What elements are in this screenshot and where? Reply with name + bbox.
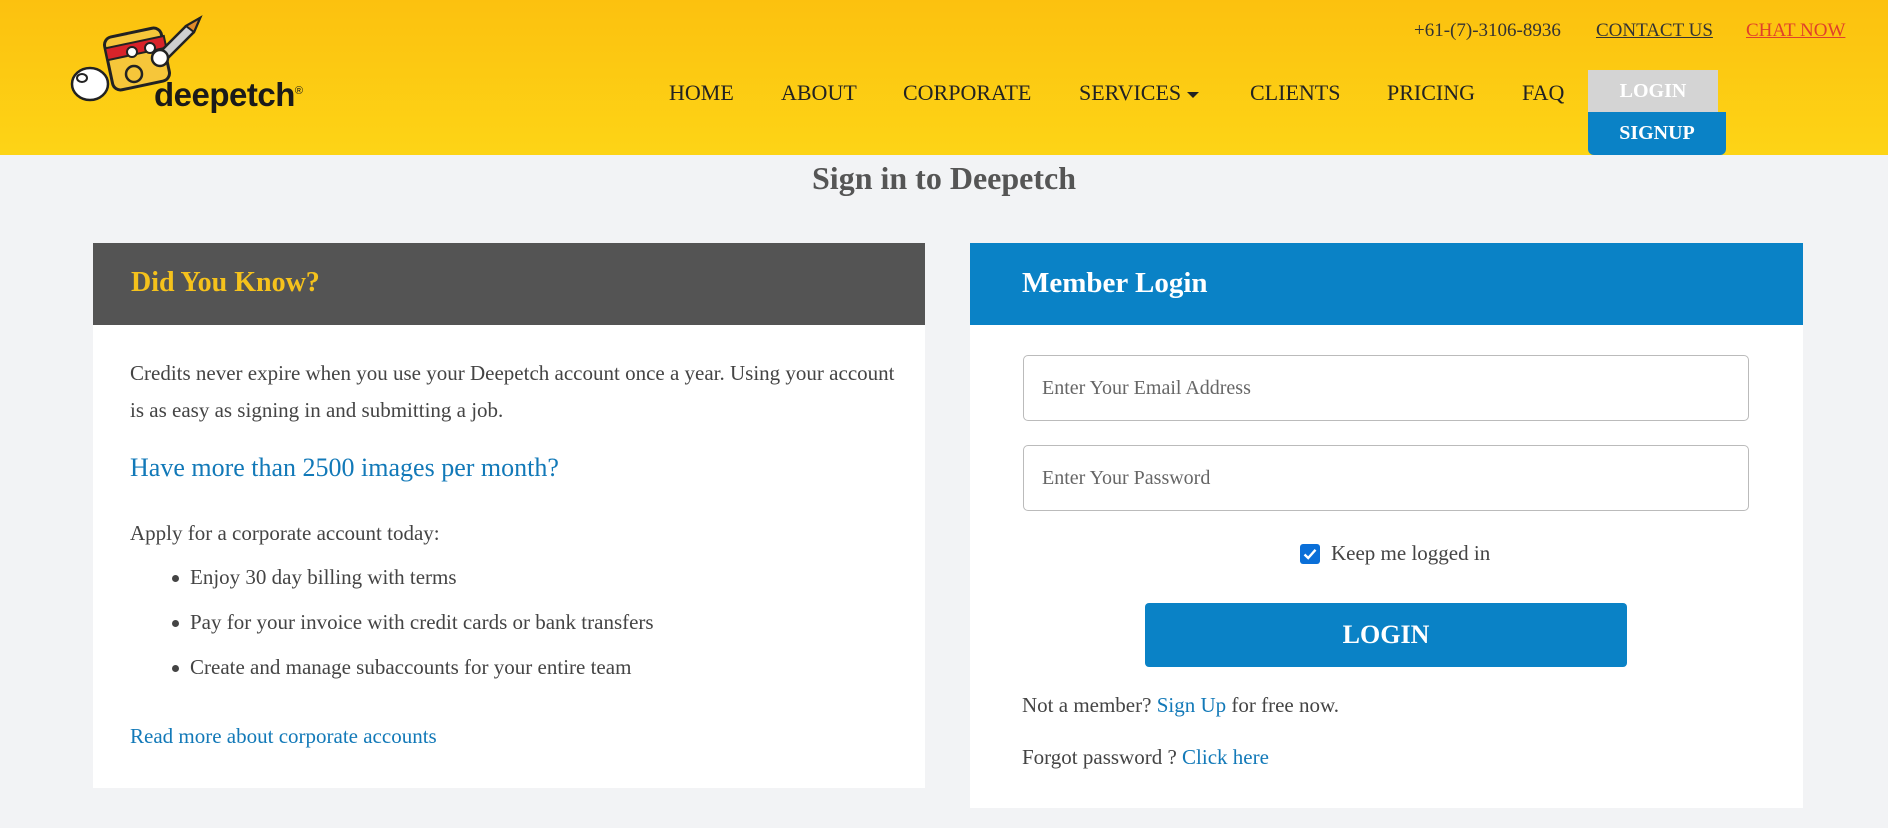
check-icon <box>1303 548 1317 560</box>
site-header: deepetch® +61-(7)-3106-8936 CONTACT US C… <box>0 0 1888 155</box>
caret-down-icon <box>1187 91 1200 98</box>
login-button[interactable]: LOGIN <box>1145 603 1627 667</box>
nav-clients[interactable]: CLIENTS <box>1250 80 1340 106</box>
did-you-know-header: Did You Know? <box>93 243 925 325</box>
nav-faq[interactable]: FAQ <box>1522 80 1564 106</box>
list-item: Create and manage subaccounts for your e… <box>172 655 654 700</box>
not-member-suffix: for free now. <box>1231 693 1340 717</box>
not-member-prefix: Not a member? <box>1022 693 1152 717</box>
not-member-text: Not a member? Sign Up for free now. <box>1022 693 1339 718</box>
nav-home[interactable]: HOME <box>669 80 734 106</box>
sign-up-link[interactable]: Sign Up <box>1157 693 1226 717</box>
list-item: Enjoy 30 day billing with terms <box>172 565 654 610</box>
nav-pricing[interactable]: PRICING <box>1387 80 1475 106</box>
keep-logged-in[interactable]: Keep me logged in <box>1300 541 1490 566</box>
keep-logged-in-checkbox[interactable] <box>1300 543 1320 564</box>
header-login-button[interactable]: LOGIN <box>1588 70 1718 112</box>
forgot-password-text: Forgot password ? Click here <box>1022 745 1269 770</box>
member-login-title: Member Login <box>1022 267 1208 299</box>
list-item: Pay for your invoice with credit cards o… <box>172 610 654 655</box>
password-field[interactable] <box>1023 445 1749 511</box>
apply-text: Apply for a corporate account today: <box>130 521 440 545</box>
did-you-know-card: Did You Know? Credits never expire when … <box>93 243 925 788</box>
logo-wordmark: deepetch® <box>154 76 303 113</box>
images-question: Have more than 2500 images per month? <box>130 453 559 482</box>
chat-now-link[interactable]: CHAT NOW <box>1746 20 1845 42</box>
nav-about[interactable]: ABOUT <box>781 80 857 106</box>
page-title: Sign in to Deepetch <box>812 160 1076 196</box>
email-field[interactable] <box>1023 355 1749 421</box>
benefits-list: Enjoy 30 day billing with terms Pay for … <box>130 565 654 700</box>
nav-services-label: SERVICES <box>1079 80 1182 105</box>
header-signup-button[interactable]: SIGNUP <box>1588 112 1726 155</box>
nav-corporate[interactable]: CORPORATE <box>903 80 1031 106</box>
member-login-header: Member Login <box>970 243 1803 325</box>
did-you-know-title: Did You Know? <box>131 267 320 298</box>
member-login-card: Member Login Keep me logged in LOGIN Not… <box>970 243 1803 808</box>
deepetch-logo[interactable]: deepetch® <box>68 12 328 122</box>
keep-logged-in-label: Keep me logged in <box>1331 541 1491 565</box>
read-more-corporate-link[interactable]: Read more about corporate accounts <box>130 724 437 749</box>
nav-services[interactable]: SERVICES <box>1079 80 1200 106</box>
forgot-prefix: Forgot password ? <box>1022 745 1177 769</box>
credits-paragraph: Credits never expire when you use your D… <box>130 361 895 422</box>
contact-us-link[interactable]: CONTACT US <box>1596 20 1713 42</box>
phone-number: +61-(7)-3106-8936 <box>1414 20 1561 41</box>
forgot-password-link[interactable]: Click here <box>1182 745 1269 769</box>
